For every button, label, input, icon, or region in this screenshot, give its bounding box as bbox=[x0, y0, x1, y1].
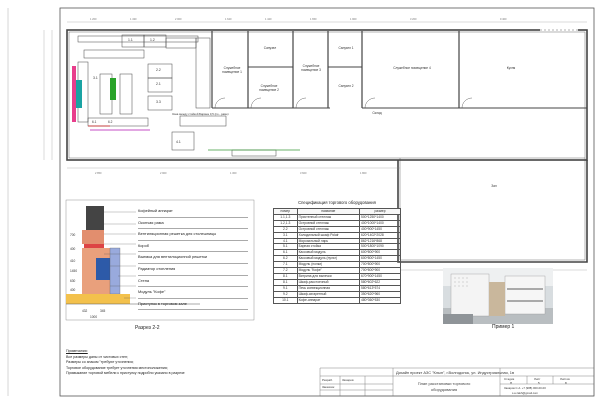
accent-green-module bbox=[110, 78, 116, 100]
freezer-4-1 bbox=[171, 131, 195, 151]
dim-2: 400 bbox=[70, 247, 76, 251]
legend-item: Приступок в торговом зале bbox=[138, 299, 248, 311]
wall-shelf bbox=[77, 35, 199, 43]
svg-text:1 800: 1 800 bbox=[360, 171, 367, 175]
door-arc bbox=[364, 97, 376, 109]
svg-text:1 900: 1 900 bbox=[350, 17, 357, 21]
wall-section bbox=[109, 247, 121, 295]
door-arc bbox=[295, 97, 307, 109]
stamp-val: 5 bbox=[538, 381, 540, 385]
plan-inner-wall-line bbox=[68, 31, 586, 159]
accent-teal-module bbox=[76, 80, 82, 108]
stamp-name: Захаров bbox=[342, 378, 354, 382]
door-arc bbox=[250, 97, 262, 109]
legend-item: Вентиляционная решетка для столешницы bbox=[138, 229, 248, 241]
shelf-1-1 bbox=[121, 34, 145, 48]
hall-outer-wall bbox=[397, 160, 588, 263]
plan-outer-wall-top bbox=[66, 29, 588, 161]
svg-text:2 000: 2 000 bbox=[175, 17, 182, 21]
legend-item: Кофейный аппарат bbox=[138, 206, 248, 218]
svg-text:1 200: 1 200 bbox=[90, 17, 97, 21]
legend-item: Короб bbox=[138, 241, 248, 253]
stamp-val: 8 bbox=[565, 381, 567, 385]
section-legend: Кофейный аппарат Окончая рама Вентиляцио… bbox=[138, 206, 248, 311]
spec-cell: 480*360*530 bbox=[359, 296, 401, 304]
spec-body: 1.1,1.3 Пристенный стеллаж 500*1250*1400 1.… bbox=[273, 213, 401, 304]
counter-front bbox=[87, 117, 149, 127]
svg-text:3 200: 3 200 bbox=[410, 17, 417, 21]
stamp-project: Дизайн проект АЗС "Клын", г.Волгодонск, … bbox=[396, 370, 515, 375]
svg-text:3 600: 3 600 bbox=[300, 171, 307, 175]
legend-item: Стена bbox=[138, 276, 248, 288]
cabinet bbox=[165, 37, 197, 49]
stamp-sheet-name: План расстановки торгового оборудования bbox=[417, 381, 471, 392]
legend-item: Выемка для вентиляционной решетки bbox=[138, 252, 248, 264]
fridge-3-3 bbox=[147, 95, 173, 111]
radiator bbox=[96, 258, 110, 280]
notes: Примечания: Все размеры даны от чистовых… bbox=[66, 349, 266, 377]
dim-8: 345 bbox=[100, 309, 106, 313]
accent-pink-wall bbox=[72, 66, 76, 122]
floor-step bbox=[66, 294, 130, 304]
svg-text:1 300: 1 300 bbox=[230, 171, 237, 175]
stamp-role: Разраб. bbox=[322, 378, 333, 382]
stamp-val: П bbox=[510, 381, 513, 385]
svg-text:1 620: 1 620 bbox=[225, 17, 232, 21]
svg-text:9 400: 9 400 bbox=[500, 17, 507, 21]
photo-svg bbox=[443, 268, 553, 324]
grille bbox=[84, 244, 104, 248]
door-arc bbox=[461, 97, 473, 109]
hall-inner-wall bbox=[399, 158, 586, 261]
dim-4: 1450 bbox=[70, 269, 77, 273]
legend-item: Окончая рама bbox=[138, 218, 248, 230]
note-line: Примыкание торговой мебели к приступку п… bbox=[66, 371, 185, 376]
dim-9: 1000 bbox=[90, 315, 97, 319]
island-rack-2 bbox=[119, 73, 133, 115]
shelf-1-2 bbox=[143, 34, 167, 48]
fridge-2-1 bbox=[147, 77, 173, 93]
spec-cell: 10.1 bbox=[273, 296, 298, 304]
dim-1: 700 bbox=[70, 233, 76, 237]
stamp-role: Заказчик bbox=[322, 385, 335, 389]
gondola-top bbox=[83, 49, 145, 59]
spec-cell: Кофе-аппарат bbox=[296, 296, 361, 304]
stamp-email: s.a.zakh@gmail.com bbox=[512, 391, 538, 395]
right-cabinet bbox=[195, 37, 211, 109]
example-photo bbox=[443, 268, 553, 324]
fridge-2-2 bbox=[147, 63, 173, 79]
door-arc bbox=[214, 97, 226, 109]
svg-text:1 420: 1 420 bbox=[265, 17, 272, 21]
dim-3: 410 bbox=[70, 259, 76, 263]
barstand bbox=[179, 115, 227, 127]
svg-text:1 430: 1 430 bbox=[130, 17, 137, 21]
spec-title: Спецификация торгового оборудования bbox=[298, 200, 376, 205]
photo-title: Пример 1 bbox=[492, 324, 515, 330]
svg-text:1 650: 1 650 bbox=[310, 17, 317, 21]
legend-item: Модуль "Кофе" bbox=[138, 287, 248, 299]
dim-7: 432 bbox=[82, 309, 88, 313]
dim-5: 630 bbox=[70, 279, 76, 283]
coffee-machine bbox=[86, 206, 104, 230]
dim-6: 400 bbox=[70, 288, 76, 292]
frame-block bbox=[82, 230, 104, 244]
section-title: Разрез 2-2 bbox=[135, 325, 160, 331]
spec-table-block: Спецификация торгового оборудования номе… bbox=[273, 200, 401, 304]
bench bbox=[231, 149, 277, 157]
legend-item: Радиатор отопления bbox=[138, 264, 248, 276]
svg-text:2 900: 2 900 bbox=[160, 171, 167, 175]
spec-table: номер название размер 1.1,1.3 Пристенный … bbox=[273, 208, 401, 304]
spec-row: 10.1 Кофе-аппарат 480*360*530 bbox=[273, 296, 401, 304]
svg-text:2 850: 2 850 bbox=[95, 171, 102, 175]
stamp-contact: Захаров С.А. +7 (988) 000-00-00 bbox=[504, 386, 546, 390]
